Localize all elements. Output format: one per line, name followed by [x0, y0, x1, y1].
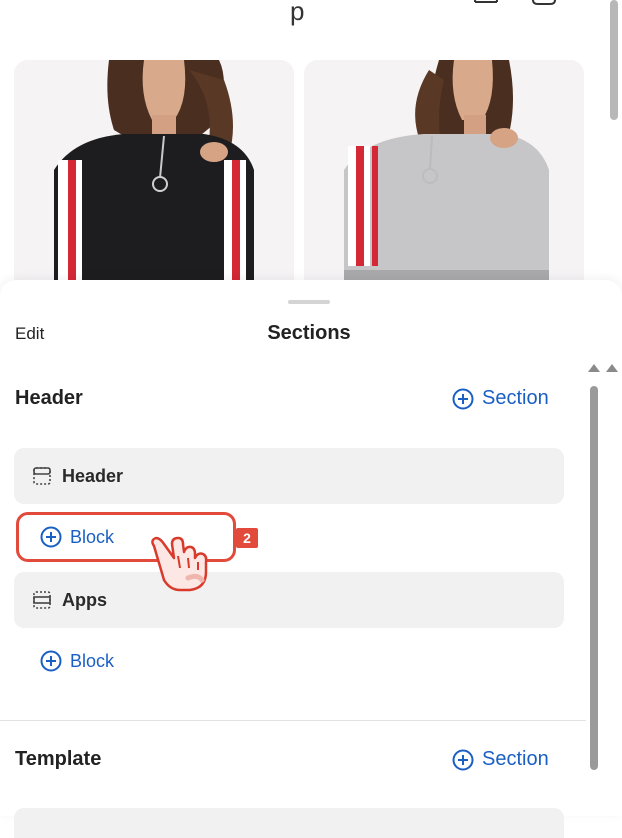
storefront-preview: p: [0, 0, 622, 290]
section-row-header[interactable]: Header: [14, 448, 564, 504]
sheet-title: Sections: [267, 322, 351, 344]
pointing-hand-icon: [151, 536, 208, 592]
add-block-button-apps[interactable]: Block: [40, 650, 114, 672]
preview-scrollbar[interactable]: [610, 0, 618, 120]
section-row-apps[interactable]: Apps: [14, 572, 564, 628]
add-section-label: Section: [482, 387, 549, 409]
scrollbar-thumb[interactable]: [590, 386, 598, 770]
section-row-label: Apps: [62, 589, 107, 610]
section-row-label: Header: [62, 465, 124, 486]
cart-icon[interactable]: [530, 0, 558, 12]
scroll-up-arrow-icon[interactable]: [588, 364, 600, 372]
product-image-black-sweatshirt: [14, 60, 294, 290]
plus-circle-icon: [40, 650, 62, 672]
add-section-button-template[interactable]: Section: [452, 748, 549, 771]
product-image-grey-sweatshirt: [304, 60, 584, 290]
sections-sheet: Edit Sections Header Section Header Bloc…: [0, 280, 622, 838]
store-logo[interactable]: p: [290, 0, 304, 27]
section-row-partial[interactable]: [14, 808, 564, 838]
apps-layout-icon: [33, 591, 51, 609]
group-heading-template: Template: [15, 748, 102, 770]
tutorial-step-badge: 2: [236, 528, 258, 548]
scroll-up-arrow-icon[interactable]: [606, 364, 618, 372]
add-section-label: Section: [482, 748, 549, 770]
add-block-label: Block: [70, 650, 115, 671]
sheet-drag-handle[interactable]: [288, 300, 330, 304]
add-section-button-header[interactable]: Section: [452, 387, 549, 410]
sheet-scrollbar[interactable]: [588, 364, 618, 774]
plus-circle-icon: [452, 749, 474, 770]
product-card[interactable]: [304, 60, 584, 290]
group-divider: [0, 720, 586, 721]
header-layout-icon: [33, 467, 51, 485]
account-icon[interactable]: [472, 0, 500, 12]
group-heading-header: Header: [15, 387, 83, 409]
plus-circle-icon: [452, 388, 474, 409]
product-card[interactable]: [14, 60, 294, 290]
